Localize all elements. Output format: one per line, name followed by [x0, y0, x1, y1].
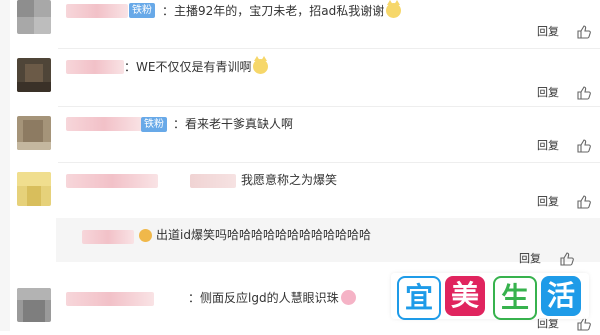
avatar[interactable] — [17, 116, 51, 150]
cat-emoji-icon — [253, 56, 269, 74]
comment-text: ：侧面反应lgd的人慧眼识珠 — [188, 290, 356, 306]
watermark-char: 生 — [493, 276, 537, 320]
comment-item: ：WE不仅仅是有青训啊 回复 — [10, 54, 600, 114]
comment-text: ：WE不仅仅是有青训啊 — [124, 56, 269, 75]
cat-emoji-icon — [386, 0, 402, 18]
username[interactable] — [66, 117, 142, 131]
comment-text-content: ：看来老干爹真缺人啊 — [173, 117, 294, 131]
divider — [58, 162, 600, 163]
avatar[interactable] — [17, 288, 51, 322]
comment-text-content: ：主播92年的，宝刀未老，招ad私我谢谢 — [162, 4, 385, 18]
comment-item: 铁粉 ：主播92年的，宝刀未老，招ad私我谢谢 回复 — [10, 0, 600, 55]
pig-emoji-icon — [340, 290, 356, 305]
username[interactable] — [66, 4, 128, 18]
thumbs-up-icon[interactable] — [577, 85, 591, 100]
comment-text-content: ：侧面反应lgd的人慧眼识珠 — [188, 291, 339, 305]
reply-link[interactable]: 回复 — [537, 86, 559, 100]
username[interactable] — [66, 292, 154, 306]
left-margin — [0, 0, 10, 331]
watermark-char: 活 — [541, 276, 581, 316]
thumbs-up-icon[interactable] — [577, 24, 591, 39]
subreply-username[interactable] — [82, 230, 134, 244]
comment-item: 我愿意称之为爆笑 回复 — [10, 168, 600, 218]
username-extra — [190, 174, 236, 188]
username[interactable] — [66, 60, 124, 74]
thumbs-up-icon[interactable] — [577, 194, 591, 209]
reply-link[interactable]: 回复 — [537, 139, 559, 153]
watermark-char: 美 — [445, 276, 485, 316]
reply-link[interactable]: 回复 — [537, 317, 559, 331]
thumbs-up-icon[interactable] — [560, 251, 574, 266]
reply-link[interactable]: 回复 — [537, 195, 559, 209]
avatar[interactable] — [17, 172, 51, 206]
comment-text-content: 我愿意称之为爆笑 — [241, 173, 338, 187]
divider — [58, 106, 600, 107]
comment-text: ：看来老干爹真缺人啊 — [173, 116, 293, 132]
fan-badge: 铁粉 — [141, 117, 167, 132]
comment-item: 铁粉 ：看来老干爹真缺人啊 回复 — [10, 112, 600, 167]
watermark-char: 宜 — [397, 276, 441, 320]
thumbs-up-icon[interactable] — [577, 138, 591, 153]
reply-link[interactable]: 回复 — [537, 25, 559, 39]
divider — [58, 48, 600, 49]
comment-text: 我愿意称之为爆笑 — [241, 172, 337, 188]
comment-text: ：主播92年的，宝刀未老，招ad私我谢谢 — [162, 0, 402, 19]
subreply-reply-link[interactable]: 回复 — [519, 252, 541, 266]
comment-text-content: ：WE不仅仅是有青训啊 — [124, 60, 252, 74]
avatar[interactable] — [17, 58, 51, 92]
watermark-logo: 宜 美 生 活 — [391, 273, 589, 320]
subreply-text-content: 出道id爆笑吗哈哈哈哈哈哈哈哈哈哈哈哈 — [156, 228, 371, 242]
subreply-text: 出道id爆笑吗哈哈哈哈哈哈哈哈哈哈哈哈 — [156, 227, 371, 243]
fan-badge: 铁粉 — [129, 3, 155, 18]
crown-emoji-icon — [139, 229, 152, 242]
comment-list: 铁粉 ：主播92年的，宝刀未老，招ad私我谢谢 回复 ：WE不仅仅是有青训啊 回… — [0, 0, 600, 331]
username[interactable] — [66, 174, 158, 188]
avatar[interactable] — [17, 0, 51, 34]
